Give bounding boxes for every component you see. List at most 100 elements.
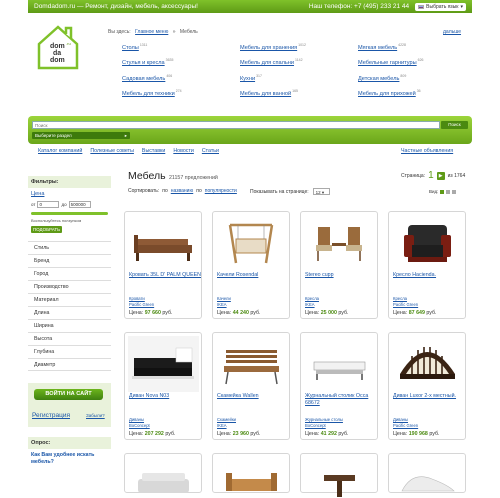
product-title[interactable]: Диван Nova N03 (129, 393, 201, 400)
price-slider[interactable] (31, 212, 108, 215)
price-filter-label[interactable]: Цена (31, 191, 108, 197)
filters-sidebar: Фильтры: Цена от 0 до 500000 Воспользуйт… (28, 176, 111, 466)
product-image[interactable] (216, 215, 287, 271)
category-link[interactable]: Мягкая мебель4228 (358, 43, 462, 51)
page-title: Мебель (128, 170, 166, 182)
product-title[interactable]: Кровать 35L D' PALM QUEEN (129, 272, 201, 279)
login-button[interactable]: ВОЙТИ НА САЙТ (34, 389, 103, 400)
per-page-select[interactable]: 12 ▾ (312, 188, 330, 195)
breadcrumb-home-link[interactable]: Главное меню (135, 29, 168, 35)
further-link[interactable]: дальше (443, 29, 461, 35)
product-image[interactable] (392, 215, 463, 271)
category-link[interactable]: Стулья и кресла3635 (122, 58, 240, 66)
sort-by-name-link[interactable]: названию (171, 188, 193, 194)
next-page-arrow-icon[interactable]: ▶ (436, 171, 445, 180)
category-link[interactable]: Мебель для техники274 (122, 89, 240, 97)
product-title[interactable]: Журнальный столик Occa 68672 (305, 393, 377, 406)
menu-item-articles[interactable]: Статьи (202, 148, 219, 154)
list-view-icon[interactable] (446, 189, 451, 194)
register-link[interactable]: Регистрация (32, 412, 70, 419)
product-title[interactable]: Диван Luxor 2-х местный. (393, 393, 465, 400)
product-price: Цена: 190 968 руб. (393, 431, 440, 437)
per-page-label: Показывать на странице: (250, 188, 309, 195)
product-image[interactable] (392, 457, 463, 498)
facet-manufacturer[interactable]: Производство (28, 280, 111, 293)
product-card[interactable]: Кресло Hacienda. Кресла Pacific Green Цен… (388, 211, 466, 319)
menu-item-exhibitions[interactable]: Выставки (142, 148, 165, 154)
product-image[interactable] (392, 336, 463, 392)
product-card[interactable] (124, 453, 202, 493)
product-title[interactable]: Кресло Hacienda. (393, 272, 465, 279)
facet-length[interactable]: Длина (28, 306, 111, 319)
category-link[interactable]: Мебель для прихожей36 (358, 89, 462, 97)
product-image[interactable] (216, 336, 287, 392)
breadcrumb-current: Мебель (179, 29, 198, 35)
language-select-label: Выбрать язык (426, 3, 459, 10)
search-button[interactable]: Поиск (441, 121, 468, 129)
apply-filter-button[interactable]: ПОДОБРАТЬ (31, 226, 62, 233)
view-switcher: Вид: (429, 189, 457, 194)
product-card[interactable]: Журнальный столик Occa 68672 Журнальные … (300, 332, 378, 440)
facet-style[interactable]: Стиль (28, 241, 111, 254)
menu-item-tips[interactable]: Полезные советы (90, 148, 134, 154)
search-input[interactable] (32, 121, 440, 129)
product-card[interactable]: Скамейка Wallen Скамейки IKEA Цена: 23 96… (212, 332, 290, 440)
category-list: Столы1311 Мебель для хранения1012 Мягкая… (122, 43, 462, 97)
menu-item-catalog[interactable]: Каталог компаний (38, 148, 82, 154)
facet-width[interactable]: Ширина (28, 319, 111, 332)
breadcrumb-prefix: Вы здесь: (108, 29, 131, 35)
breadcrumb-separator: » (172, 29, 176, 35)
private-ads-link[interactable]: Частные объявления (401, 148, 453, 154)
product-card[interactable]: Кровать 35L D' PALM QUEEN Кровати Pacific… (124, 211, 202, 319)
product-image[interactable] (304, 336, 375, 392)
language-select[interactable]: Выбрать язык ▾ (415, 2, 466, 11)
price-from-input[interactable]: 0 (37, 201, 60, 208)
product-price: Цена: 23 960 руб. (217, 431, 261, 437)
facet-height[interactable]: Высота (28, 332, 111, 345)
facet-depth[interactable]: Глубина (28, 345, 111, 358)
product-category: Кресла Pacific Green (393, 296, 419, 307)
grid-view-icon[interactable] (440, 189, 445, 194)
product-price: Цена: 25 000 руб. (305, 310, 349, 316)
facet-diameter[interactable]: Диаметр (28, 358, 111, 371)
product-image[interactable] (128, 215, 199, 271)
category-link[interactable]: Садовая мебель406 (122, 74, 240, 82)
product-image[interactable] (304, 457, 375, 498)
product-image[interactable] (128, 457, 199, 498)
category-link[interactable]: Столы1311 (122, 43, 240, 51)
logo-text-da: da (53, 50, 61, 57)
secondary-menu: Каталог компаний Полезные советы Выставк… (38, 148, 219, 154)
menu-item-news[interactable]: Новости (173, 148, 194, 154)
category-link[interactable]: Детская мебель809 (358, 74, 462, 82)
category-link[interactable]: Мебель для ванной165 (240, 89, 358, 97)
product-card[interactable] (212, 453, 290, 493)
product-image[interactable] (128, 336, 199, 392)
table-view-icon[interactable] (452, 189, 457, 194)
price-from-label: от (31, 202, 36, 207)
product-card[interactable] (300, 453, 378, 497)
product-image[interactable] (304, 215, 375, 271)
product-title[interactable]: Stereo cupp (305, 272, 377, 279)
product-card[interactable]: Диван Luxor 2-х местный. Диваны Pacific G… (388, 332, 466, 440)
price-to-input[interactable]: 500000 (68, 201, 91, 208)
product-card[interactable]: Диван Nova N03 Диваны BoConcept Цена: 207… (124, 332, 202, 440)
product-card[interactable]: Stereo cupp Кресла IKEA Цена: 25 000 руб. (300, 211, 378, 319)
product-card[interactable]: Качели Rosendal Качели IKEA Цена: 44 240 … (212, 211, 290, 319)
facet-brand[interactable]: Бренд (28, 254, 111, 267)
sort-by-popularity-link[interactable]: популярности (205, 188, 237, 194)
category-link[interactable]: Мебель для хранения1012 (240, 43, 358, 51)
section-select[interactable]: Выберите раздел ▸ (32, 132, 130, 139)
product-card[interactable] (388, 453, 466, 493)
sort-label: Сортировать: (128, 188, 160, 194)
site-logo[interactable]: dom da dom .ru (36, 22, 80, 70)
product-image[interactable] (216, 457, 287, 498)
poll-question: Как Вам удобнее искать мебель? (31, 452, 95, 465)
category-link[interactable]: Мебельные гарнитуры626 (358, 58, 462, 66)
category-link[interactable]: Кухни317 (240, 74, 358, 82)
facet-material[interactable]: Материал (28, 293, 111, 306)
product-title[interactable]: Качели Rosendal (217, 272, 289, 279)
forgot-password-link[interactable]: Забыли? (86, 413, 105, 418)
category-link[interactable]: Мебель для спальни1142 (240, 58, 358, 66)
product-title[interactable]: Скамейка Wallen (217, 393, 289, 400)
facet-city[interactable]: Город (28, 267, 111, 280)
